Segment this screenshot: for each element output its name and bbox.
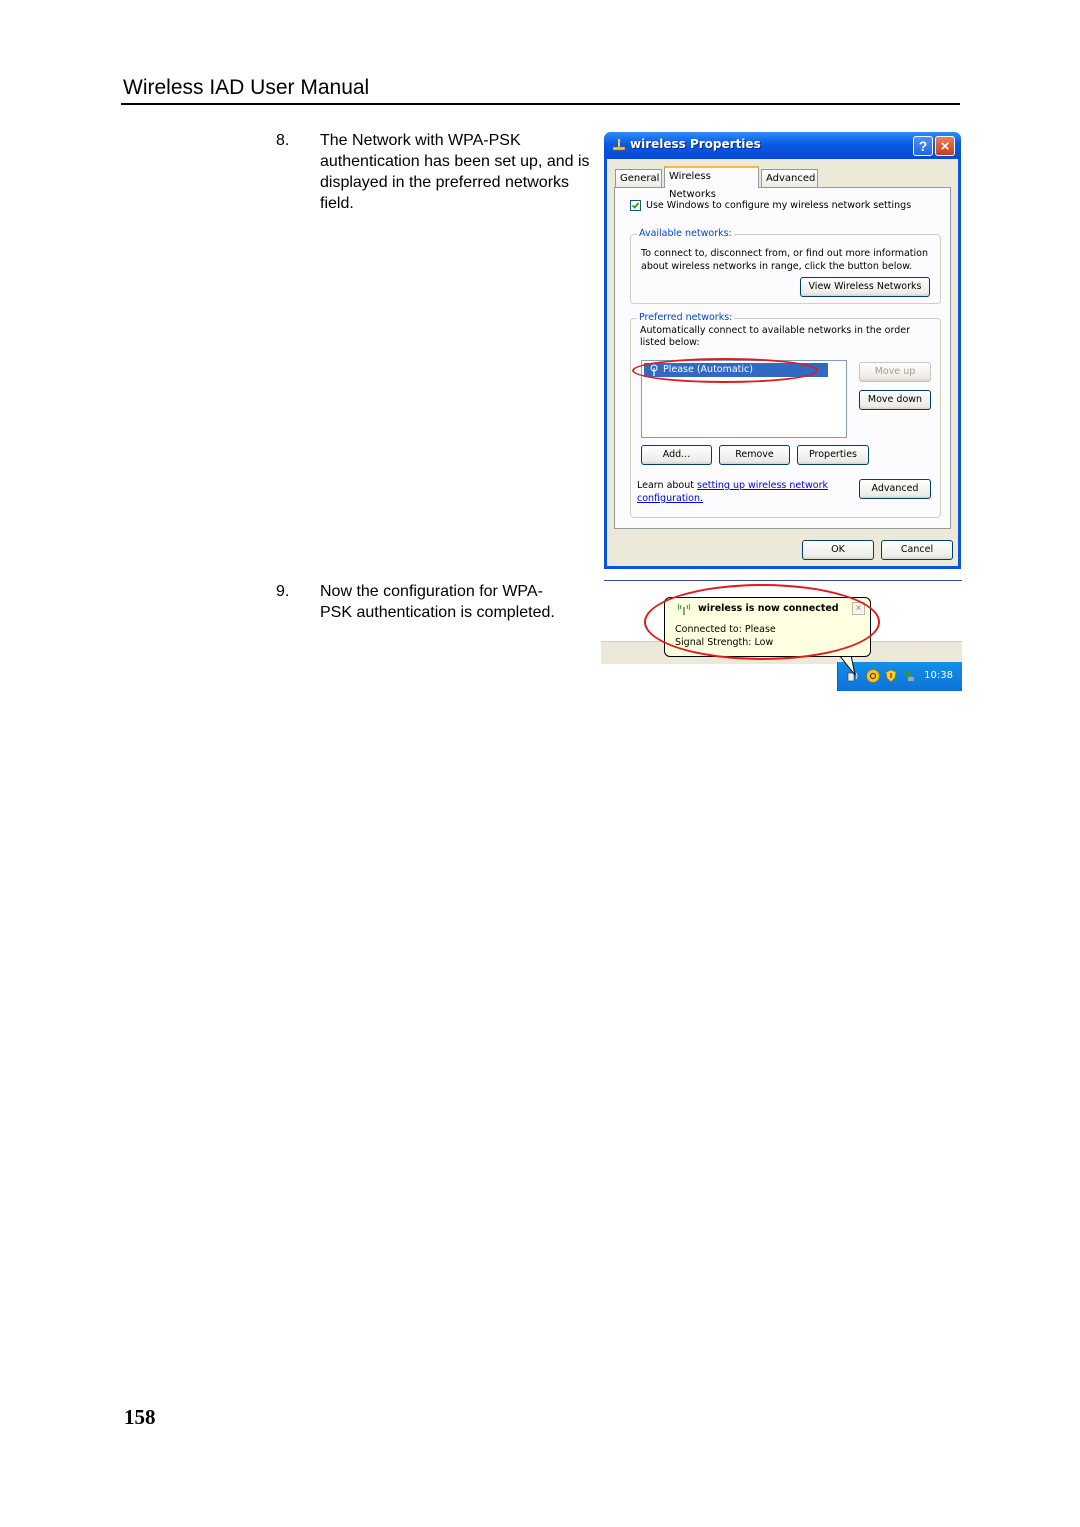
network-item-please[interactable]: Please (Automatic) — [644, 363, 828, 377]
tab-general[interactable]: General — [615, 169, 662, 187]
step-text: Now the configuration for WPA-PSK authen… — [320, 583, 555, 621]
step-number: 8. — [276, 132, 290, 149]
connection-balloon[interactable]: wireless is now connected × Connected to… — [664, 597, 871, 657]
title-bar[interactable]: wireless Properties ? × — [604, 132, 961, 159]
move-up-button[interactable]: Move up — [859, 362, 931, 382]
move-down-button[interactable]: Move down — [859, 390, 931, 410]
security-shield-icon[interactable] — [884, 669, 898, 683]
tab-panel: Use Windows to configure my wireless net… — [614, 187, 951, 529]
ok-button[interactable]: OK — [802, 540, 874, 560]
page-number: 158 — [124, 1405, 156, 1429]
preferred-networks-group: Preferred networks: Automatically connec… — [630, 312, 941, 518]
support-tray-icon[interactable] — [866, 669, 880, 683]
tab-wireless-networks[interactable]: Wireless Networks — [664, 166, 759, 200]
use-windows-checkbox[interactable] — [630, 200, 641, 211]
wireless-signal-icon — [677, 603, 691, 615]
header-rule — [121, 103, 960, 105]
balloon-tail — [838, 655, 856, 676]
preferred-networks-description: Automatically connect to available netwo… — [640, 325, 910, 348]
available-networks-legend: Available networks: — [637, 228, 734, 239]
signal-strength-text: Signal Strength: Low — [675, 637, 774, 648]
remove-button[interactable]: Remove — [719, 445, 790, 465]
balloon-title: wireless is now connected — [698, 603, 839, 614]
view-wireless-networks-button[interactable]: View Wireless Networks — [800, 277, 930, 297]
document-title: Wireless IAD User Manual — [123, 76, 370, 99]
learn-about-prefix: Learn about — [637, 480, 698, 491]
tab-advanced[interactable]: Advanced — [761, 169, 818, 187]
add-button[interactable]: Add... — [641, 445, 712, 465]
screenshot-border — [604, 580, 962, 581]
advanced-button[interactable]: Advanced — [859, 479, 931, 499]
network-item-label: Please (Automatic) — [663, 364, 753, 375]
dialog-client: General Wireless Networks Advanced Use W… — [607, 159, 958, 566]
wireless-properties-dialog: wireless Properties ? × General Wireless… — [604, 132, 961, 569]
preferred-networks-list[interactable]: Please (Automatic) — [641, 360, 847, 438]
step-number: 9. — [276, 583, 290, 600]
cancel-button[interactable]: Cancel — [881, 540, 953, 560]
taskbar-clock[interactable]: 10:38 — [924, 670, 953, 681]
balloon-close-button[interactable]: × — [852, 602, 865, 615]
help-button[interactable]: ? — [913, 136, 933, 156]
preferred-networks-legend: Preferred networks: — [637, 312, 735, 323]
learn-about-text: Learn about setting up wireless network … — [637, 479, 837, 505]
connected-to-text: Connected to: Please — [675, 624, 776, 635]
dialog-title: wireless Properties — [630, 137, 761, 151]
safely-remove-hardware-icon[interactable] — [902, 669, 916, 683]
network-connection-icon — [612, 139, 626, 151]
close-button[interactable]: × — [935, 136, 955, 156]
properties-button[interactable]: Properties — [797, 445, 869, 465]
tray-notification-screenshot: 10:38 wireless is now connected × Connec… — [601, 580, 962, 693]
step-text: The Network with WPA-PSK authentication … — [320, 132, 590, 212]
wireless-antenna-icon — [650, 364, 658, 376]
available-networks-group: Available networks: To connect to, disco… — [630, 228, 941, 304]
available-networks-description: To connect to, disconnect from, or find … — [641, 248, 928, 272]
